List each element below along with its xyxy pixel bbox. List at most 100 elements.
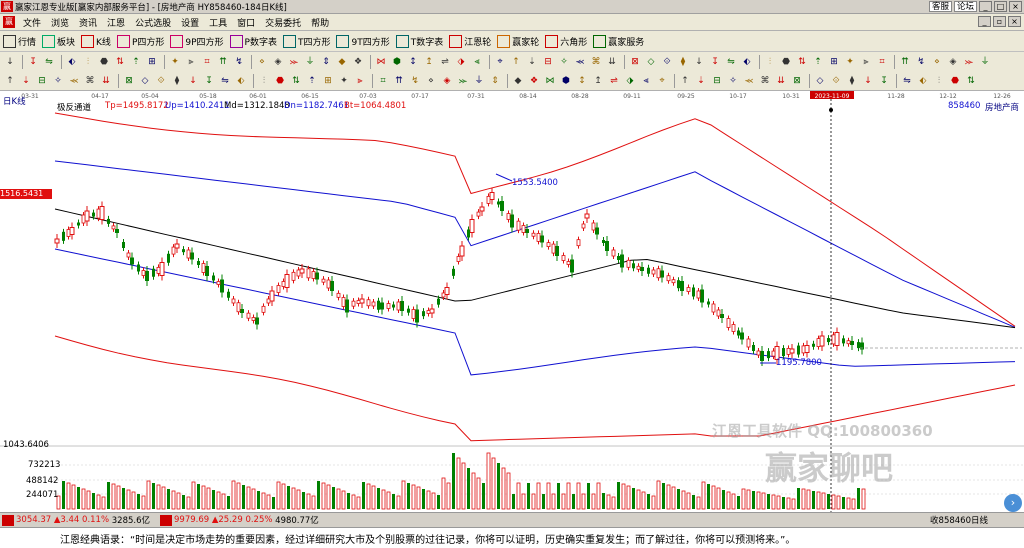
customer-service-link[interactable]: 客服 <box>928 1 952 12</box>
toolbar-button-1[interactable]: 板块 <box>42 34 75 48</box>
index2-status[interactable]: 9979.69 ▲25.29 0.25% 4980.77亿 <box>158 514 319 526</box>
draw-tool-16-icon[interactable]: ⪼ <box>287 55 301 69</box>
draw-tool-44-icon[interactable]: ⫶ <box>763 55 777 69</box>
toolbar-button-4[interactable]: 9P四方形 <box>170 34 224 48</box>
draw-tool-14-icon[interactable]: ⋄ <box>255 55 269 69</box>
draw-tool-7-icon[interactable]: ⇡ <box>129 55 143 69</box>
draw-tool-6-icon[interactable]: ⇅ <box>113 55 127 69</box>
analysis-tool-48-icon[interactable]: ◇ <box>813 74 827 88</box>
analysis-tool-6-icon[interactable]: ⇊ <box>99 74 113 88</box>
draw-tool-19-icon[interactable]: ◆ <box>335 55 349 69</box>
analysis-tool-16-icon[interactable]: ⬣ <box>273 74 287 88</box>
toolbar-button-6[interactable]: T四方形 <box>282 34 330 48</box>
analysis-tool-12-icon[interactable]: ↧ <box>202 74 216 88</box>
draw-tool-27-icon[interactable]: ⫷ <box>470 55 484 69</box>
draw-tool-49-icon[interactable]: ✦ <box>843 55 857 69</box>
draw-tool-21-icon[interactable]: ⋈ <box>374 55 388 69</box>
toolbar-button-0[interactable]: 行情 <box>3 34 36 48</box>
draw-tool-15-icon[interactable]: ◈ <box>271 55 285 69</box>
analysis-tool-33-icon[interactable]: ⬢ <box>559 74 573 88</box>
scroll-right-icon[interactable]: › <box>1004 494 1022 512</box>
analysis-tool-49-icon[interactable]: ⟐ <box>829 74 843 88</box>
draw-tool-57-icon[interactable]: ⏚ <box>978 55 992 69</box>
menu-help[interactable]: 帮助 <box>306 16 334 29</box>
analysis-tool-0-icon[interactable]: ↑ <box>3 74 17 88</box>
draw-tool-10-icon[interactable]: ⫸ <box>184 55 198 69</box>
draw-tool-45-icon[interactable]: ⬣ <box>779 55 793 69</box>
draw-tool-52-icon[interactable]: ⇈ <box>898 55 912 69</box>
draw-tool-50-icon[interactable]: ⫸ <box>859 55 873 69</box>
analysis-tool-38-icon[interactable]: ⫷ <box>639 74 653 88</box>
analysis-tool-32-icon[interactable]: ⋈ <box>543 74 557 88</box>
index1-status[interactable]: 3054.37 ▲3.44 0.11% 3285.6亿 <box>0 514 150 526</box>
analysis-tool-4-icon[interactable]: ⪻ <box>67 74 81 88</box>
draw-tool-22-icon[interactable]: ⬢ <box>390 55 404 69</box>
child-restore-icon[interactable]: ▫ <box>993 16 1006 27</box>
draw-tool-39-icon[interactable]: ⧫ <box>676 55 690 69</box>
draw-tool-56-icon[interactable]: ⪼ <box>962 55 976 69</box>
analysis-tool-54-icon[interactable]: ⬖ <box>916 74 930 88</box>
analysis-tool-57-icon[interactable]: ⇅ <box>964 74 978 88</box>
analysis-tool-10-icon[interactable]: ⧫ <box>170 74 184 88</box>
analysis-tool-22-icon[interactable]: ⌗ <box>376 74 390 88</box>
menu-formula[interactable]: 公式选股 <box>130 16 176 29</box>
draw-tool-4-icon[interactable]: ⫶ <box>81 55 95 69</box>
analysis-tool-56-icon[interactable]: ⬣ <box>948 74 962 88</box>
analysis-tool-36-icon[interactable]: ⇌ <box>607 74 621 88</box>
draw-tool-36-icon[interactable]: ⊠ <box>628 55 642 69</box>
menu-file[interactable]: 文件 <box>18 16 46 29</box>
analysis-tool-2-icon[interactable]: ⊟ <box>35 74 49 88</box>
analysis-tool-40-icon[interactable]: ↑ <box>678 74 692 88</box>
draw-tool-24-icon[interactable]: ↥ <box>422 55 436 69</box>
minimize-icon[interactable]: _ <box>979 1 992 12</box>
draw-tool-37-icon[interactable]: ◇ <box>644 55 658 69</box>
analysis-tool-43-icon[interactable]: ✧ <box>726 74 740 88</box>
analysis-tool-25-icon[interactable]: ⋄ <box>424 74 438 88</box>
analysis-tool-53-icon[interactable]: ⇋ <box>900 74 914 88</box>
draw-tool-29-icon[interactable]: ↑ <box>509 55 523 69</box>
draw-tool-11-icon[interactable]: ⌗ <box>200 55 214 69</box>
analysis-tool-15-icon[interactable]: ⫶ <box>257 74 271 88</box>
draw-tool-30-icon[interactable]: ⇣ <box>525 55 539 69</box>
maximize-icon[interactable]: □ <box>994 1 1007 12</box>
draw-tool-46-icon[interactable]: ⇅ <box>795 55 809 69</box>
draw-tool-51-icon[interactable]: ⌗ <box>875 55 889 69</box>
analysis-tool-34-icon[interactable]: ↕ <box>575 74 589 88</box>
toolbar-button-2[interactable]: K线 <box>81 34 111 48</box>
menu-window[interactable]: 窗口 <box>232 16 260 29</box>
draw-tool-40-icon[interactable]: ↓ <box>692 55 706 69</box>
draw-tool-18-icon[interactable]: ⇕ <box>319 55 333 69</box>
draw-tool-25-icon[interactable]: ⇌ <box>438 55 452 69</box>
menu-trade[interactable]: 交易委托 <box>260 16 306 29</box>
draw-tool-41-icon[interactable]: ↧ <box>708 55 722 69</box>
analysis-tool-41-icon[interactable]: ⇣ <box>694 74 708 88</box>
menu-settings[interactable]: 设置 <box>176 16 204 29</box>
draw-tool-2-icon[interactable]: ⇋ <box>42 55 56 69</box>
analysis-tool-14-icon[interactable]: ⬖ <box>234 74 248 88</box>
draw-tool-8-icon[interactable]: ⊞ <box>145 55 159 69</box>
draw-tool-34-icon[interactable]: ⌘ <box>589 55 603 69</box>
analysis-tool-31-icon[interactable]: ❖ <box>527 74 541 88</box>
analysis-tool-29-icon[interactable]: ⇕ <box>488 74 502 88</box>
analysis-tool-44-icon[interactable]: ⪻ <box>742 74 756 88</box>
app-menu-icon[interactable]: 赢 <box>3 16 15 28</box>
analysis-tool-9-icon[interactable]: ⟐ <box>154 74 168 88</box>
draw-tool-9-icon[interactable]: ✦ <box>168 55 182 69</box>
toolbar-button-9[interactable]: 江恩轮 <box>449 34 491 48</box>
analysis-tool-45-icon[interactable]: ⌘ <box>758 74 772 88</box>
analysis-tool-42-icon[interactable]: ⊟ <box>710 74 724 88</box>
draw-tool-5-icon[interactable]: ⬣ <box>97 55 111 69</box>
child-minimize-icon[interactable]: _ <box>978 16 991 27</box>
draw-tool-26-icon[interactable]: ⬗ <box>454 55 468 69</box>
menu-gann[interactable]: 江恩 <box>102 16 130 29</box>
kline-chart-area[interactable]: 03-31 04-17 05-04 05-18 06-01 06-15 07-03 07-17… <box>0 91 1024 512</box>
analysis-tool-55-icon[interactable]: ⫶ <box>932 74 946 88</box>
analysis-tool-26-icon[interactable]: ◈ <box>440 74 454 88</box>
analysis-tool-7-icon[interactable]: ⊠ <box>122 74 136 88</box>
draw-tool-23-icon[interactable]: ↕ <box>406 55 420 69</box>
draw-tool-48-icon[interactable]: ⊞ <box>827 55 841 69</box>
toolbar-button-8[interactable]: T数字表 <box>395 34 443 48</box>
draw-tool-35-icon[interactable]: ⇊ <box>605 55 619 69</box>
draw-tool-47-icon[interactable]: ⇡ <box>811 55 825 69</box>
draw-tool-38-icon[interactable]: ⟐ <box>660 55 674 69</box>
